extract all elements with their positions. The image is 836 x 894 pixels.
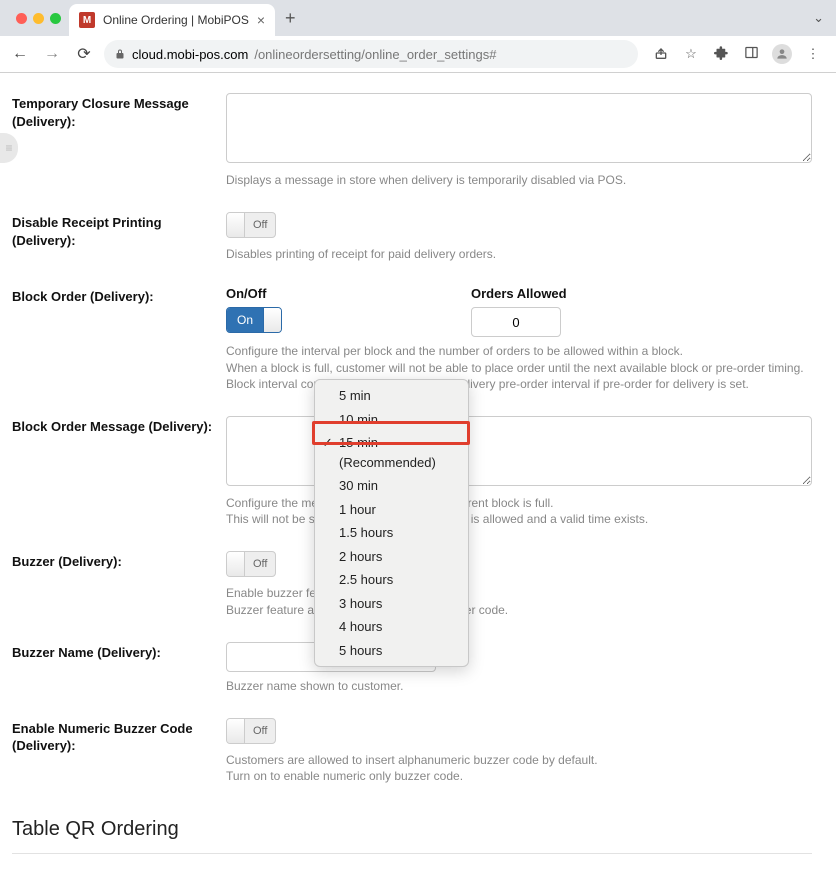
lock-icon bbox=[114, 48, 126, 60]
toggle-knob-icon bbox=[227, 552, 245, 576]
extensions-icon[interactable] bbox=[712, 45, 730, 63]
dropdown-option[interactable]: 10 min bbox=[315, 408, 468, 432]
onoff-header: On/Off bbox=[226, 286, 318, 301]
url-input[interactable]: cloud.mobi-pos.com/onlineordersetting/on… bbox=[104, 40, 638, 68]
field-label: Temporary Closure Message (Delivery): bbox=[12, 93, 226, 130]
window-controls bbox=[8, 13, 69, 24]
side-panel-icon[interactable] bbox=[742, 45, 760, 63]
back-button[interactable]: ← bbox=[8, 45, 32, 63]
star-icon[interactable]: ☆ bbox=[682, 46, 700, 62]
tab-bar: M Online Ordering | MobiPOS × + ⌄ bbox=[0, 0, 836, 36]
address-bar: ← → ⟳ cloud.mobi-pos.com/onlineordersett… bbox=[0, 36, 836, 72]
numeric-buzzer-toggle[interactable]: Off bbox=[226, 718, 276, 744]
dropdown-option[interactable]: 4 hours bbox=[315, 615, 468, 639]
field-label: Enable Numeric Buzzer Code (Delivery): bbox=[12, 718, 226, 755]
url-domain: cloud.mobi-pos.com bbox=[132, 47, 248, 62]
block-order-toggle[interactable]: On bbox=[226, 307, 282, 333]
help-text: Customers are allowed to insert alphanum… bbox=[226, 752, 812, 768]
maximize-window-icon[interactable] bbox=[50, 13, 61, 24]
help-text: Turn on to enable numeric only buzzer co… bbox=[226, 768, 812, 784]
field-temporary-closure: Temporary Closure Message (Delivery): Di… bbox=[12, 83, 812, 202]
toggle-state: Off bbox=[245, 725, 275, 737]
close-tab-icon[interactable]: × bbox=[257, 12, 265, 28]
dropdown-option[interactable]: 5 min bbox=[315, 384, 468, 408]
toggle-state: Off bbox=[245, 219, 275, 231]
page-body: ≡ Temporary Closure Message (Delivery): … bbox=[0, 73, 836, 894]
dropdown-option[interactable]: 1 hour bbox=[315, 498, 468, 522]
dropdown-option[interactable]: 3 hours bbox=[315, 592, 468, 616]
browser-tab[interactable]: M Online Ordering | MobiPOS × bbox=[69, 4, 275, 36]
field-label: Buzzer Name (Delivery): bbox=[12, 642, 226, 662]
toggle-knob-icon bbox=[227, 213, 245, 237]
section-heading: Table QR Ordering bbox=[12, 798, 812, 847]
field-disable-receipt: Disable Receipt Printing (Delivery): Off… bbox=[12, 202, 812, 276]
temporary-closure-textarea[interactable] bbox=[226, 93, 812, 163]
reload-button[interactable]: ⟳ bbox=[72, 44, 96, 64]
menu-icon[interactable]: ⋮ bbox=[804, 46, 822, 62]
forward-button[interactable]: → bbox=[40, 45, 64, 63]
url-path: /onlineordersetting/online_order_setting… bbox=[254, 47, 496, 62]
close-window-icon[interactable] bbox=[16, 13, 27, 24]
profile-avatar[interactable] bbox=[772, 44, 792, 64]
help-text: Displays a message in store when deliver… bbox=[226, 172, 812, 188]
minimize-window-icon[interactable] bbox=[33, 13, 44, 24]
divider bbox=[12, 853, 812, 854]
field-label: Buzzer (Delivery): bbox=[12, 551, 226, 571]
field-label: Block Order Message (Delivery): bbox=[12, 416, 226, 436]
orders-allowed-input[interactable] bbox=[471, 307, 561, 337]
toggle-knob-icon bbox=[227, 719, 245, 743]
help-text: Buzzer name shown to customer. bbox=[226, 678, 812, 694]
field-label: Block Order (Delivery): bbox=[12, 286, 226, 306]
interval-header bbox=[318, 286, 471, 301]
disable-receipt-toggle[interactable]: Off bbox=[226, 212, 276, 238]
dropdown-option[interactable]: 30 min bbox=[315, 474, 468, 498]
favicon-icon: M bbox=[79, 12, 95, 28]
dropdown-option[interactable]: 2 hours bbox=[315, 545, 468, 569]
help-text: Disables printing of receipt for paid de… bbox=[226, 246, 812, 262]
toggle-knob-icon bbox=[263, 308, 281, 332]
toggle-state: On bbox=[227, 308, 263, 332]
dropdown-option[interactable]: 1.5 hours bbox=[315, 521, 468, 545]
new-tab-button[interactable]: + bbox=[275, 8, 306, 29]
tab-title: Online Ordering | MobiPOS bbox=[103, 13, 249, 27]
browser-chrome: M Online Ordering | MobiPOS × + ⌄ ← → ⟳ … bbox=[0, 0, 836, 73]
orders-allowed-header: Orders Allowed bbox=[471, 286, 567, 301]
field-label: Disable Receipt Printing (Delivery): bbox=[12, 212, 226, 249]
field-numeric-buzzer: Enable Numeric Buzzer Code (Delivery): O… bbox=[12, 708, 812, 798]
dropdown-option[interactable]: 15 min (Recommended) bbox=[315, 431, 468, 474]
dropdown-option[interactable]: 2.5 hours bbox=[315, 568, 468, 592]
toggle-state: Off bbox=[245, 558, 275, 570]
chevron-down-icon[interactable]: ⌄ bbox=[801, 10, 836, 26]
buzzer-toggle[interactable]: Off bbox=[226, 551, 276, 577]
dropdown-option[interactable]: 5 hours bbox=[315, 639, 468, 663]
toolbar-icons: ☆ ⋮ bbox=[646, 44, 828, 64]
interval-dropdown[interactable]: 5 min10 min15 min (Recommended)30 min1 h… bbox=[314, 379, 469, 667]
help-text: Configure the interval per block and the… bbox=[226, 343, 812, 359]
share-icon[interactable] bbox=[652, 45, 670, 64]
help-text: When a block is full, customer will not … bbox=[226, 360, 812, 376]
